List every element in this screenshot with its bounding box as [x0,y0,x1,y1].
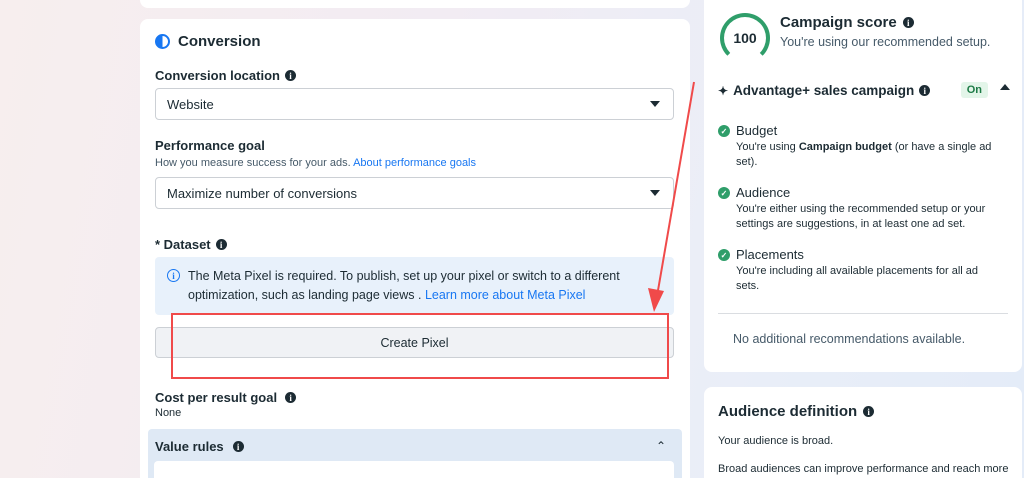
advantage-status-badge: On [960,82,988,98]
value-rules-content [154,461,674,478]
recommendation-title: Budget [736,123,778,138]
recommendation-desc: You're including all available placement… [736,265,979,292]
cost-per-result-label: Cost per result goal i [155,390,297,405]
conversion-section-title: Conversion [155,33,261,50]
conversion-title-text: Conversion [178,33,261,50]
audience-broad-text: Your audience is broad. [718,435,834,447]
previous-card-edge [140,0,690,8]
annotation-highlight-box [171,313,669,379]
campaign-score-subtitle: You're using our recommended setup. [780,35,991,49]
cost-per-result-value: None [155,407,182,419]
info-icon[interactable]: i [902,17,914,28]
check-circle-icon: ✓ [718,125,730,137]
info-icon[interactable]: i [863,406,875,417]
campaign-score-card: 100 Campaign score i You're using our re… [704,0,1022,372]
about-performance-goals-link[interactable]: About performance goals [353,157,476,169]
audience-definition-card: Audience definition i Your audience is b… [704,387,1022,478]
cost-per-result-label-text: Cost per result goal [155,390,278,405]
recommendation-desc: You're either using the recommended setu… [736,203,986,230]
sparkle-icon: ✦ [718,83,729,98]
check-circle-icon: ✓ [718,187,730,199]
audience-definition-title-text: Audience definition [718,403,858,420]
no-recommendations-text: No additional recommendations available. [733,332,966,346]
chevron-up-icon[interactable] [1000,84,1010,90]
campaign-score-title-text: Campaign score [780,14,897,31]
dataset-label-text: * Dataset [155,237,211,252]
notice-text: The Meta Pixel is required. To publish, … [188,267,658,305]
performance-goal-helper-text: How you measure success for your ads. [155,157,351,169]
info-icon[interactable]: i [232,441,244,452]
info-icon[interactable]: i [215,239,227,250]
advantage-plus-title: Advantage+ sales campaign [733,83,915,98]
recommendation-title: Audience [736,185,791,200]
conversion-location-label: Conversion location i [155,68,296,83]
recommendation-desc-bold: Campaign budget [798,141,892,153]
recommendation-desc-prefix: You're using [736,141,796,153]
check-circle-icon: ✓ [718,249,730,261]
value-rules-label: Value rules [155,439,224,454]
campaign-score-title: Campaign score i [780,14,914,31]
info-icon[interactable]: i [284,70,296,81]
score-ring: 100 [720,13,770,63]
performance-goal-select[interactable]: Maximize number of conversions [155,177,674,209]
advantage-plus-row[interactable]: ✦ Advantage+ sales campaign i On [718,82,1010,98]
value-rules-title: Value rules i [155,439,244,454]
divider [718,313,1008,314]
chevron-up-icon[interactable]: ⌃ [656,439,666,453]
recommendation-title: Placements [736,247,804,262]
conversion-card: Conversion Conversion location i Website… [140,19,690,478]
info-icon[interactable]: i [285,392,297,403]
audience-definition-title: Audience definition i [718,403,875,420]
learn-more-meta-pixel-link[interactable]: Learn more about Meta Pixel [425,288,586,302]
recommendation-desc: You're using Campaign budget (or have a … [736,140,1004,169]
performance-goal-value: Maximize number of conversions [167,185,358,201]
half-circle-icon [155,34,170,49]
conversion-location-value: Website [167,96,214,112]
conversion-location-select[interactable]: Website [155,88,674,120]
performance-goal-label-text: Performance goal [155,138,265,153]
value-rules-section[interactable]: Value rules i ⌃ [148,429,682,478]
info-icon[interactable]: i [919,85,931,96]
pixel-required-notice: i The Meta Pixel is required. To publish… [155,257,674,315]
conversion-location-label-text: Conversion location [155,68,280,83]
score-value: 100 [733,30,757,46]
dataset-label: * Dataset i [155,237,227,252]
performance-goal-helper: How you measure success for your ads. Ab… [155,157,476,169]
performance-goal-label: Performance goal [155,138,265,153]
audience-broad-desc: Broad audiences can improve performance … [718,463,1009,475]
info-icon: i [167,269,180,282]
annotation-arrow [648,81,695,312]
